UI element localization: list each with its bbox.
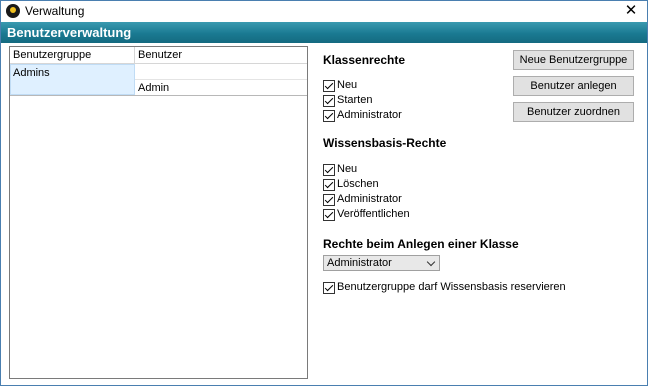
title-bar: Verwaltung ✕ xyxy=(1,1,647,22)
neue-benutzergruppe-button[interactable]: Neue Benutzergruppe xyxy=(513,50,634,70)
section-klassenrechte: Klassenrechte xyxy=(323,53,406,67)
checkbox-check-icon[interactable] xyxy=(323,80,335,92)
app-icon xyxy=(6,4,20,18)
window: Verwaltung ✕ Benutzerverwaltung Benutzer… xyxy=(0,0,648,386)
checkbox-check-icon[interactable] xyxy=(323,209,335,221)
checkbox-check-icon[interactable] xyxy=(323,194,335,206)
user-group-tree[interactable]: Benutzergruppe Benutzer Admins Admin xyxy=(9,46,308,379)
checkbox-check-icon[interactable] xyxy=(323,282,335,294)
benutzer-zuordnen-button[interactable]: Benutzer zuordnen xyxy=(513,102,634,122)
select-value: Administrator xyxy=(327,257,392,269)
tree-header: Benutzergruppe Benutzer xyxy=(10,47,307,64)
group-name: Admins xyxy=(13,67,50,79)
benutzer-anlegen-button[interactable]: Benutzer anlegen xyxy=(513,76,634,96)
window-title: Verwaltung xyxy=(25,4,85,18)
header-band: Benutzerverwaltung xyxy=(1,22,647,43)
checkbox-check-icon[interactable] xyxy=(323,179,335,191)
rechte-anlegen-select[interactable]: Administrator xyxy=(323,255,440,271)
row-divider xyxy=(10,95,307,96)
checkbox-check-icon[interactable] xyxy=(323,110,335,122)
checkbox-check-icon[interactable] xyxy=(323,164,335,176)
column-header-benutzer[interactable]: Benutzer xyxy=(138,49,182,61)
chevron-down-icon xyxy=(426,257,436,267)
column-divider[interactable] xyxy=(134,47,135,63)
tree-row-user-admin[interactable]: Admin xyxy=(138,82,169,94)
tree-row-group-admins[interactable]: Admins xyxy=(10,64,135,95)
section-wissensbasis-rechte: Wissensbasis-Rechte xyxy=(323,136,447,150)
close-button[interactable]: ✕ xyxy=(615,1,647,22)
column-header-benutzergruppe[interactable]: Benutzergruppe xyxy=(13,49,91,61)
row-divider xyxy=(135,79,307,80)
checkbox-check-icon[interactable] xyxy=(323,95,335,107)
section-rechte-anlegen: Rechte beim Anlegen einer Klasse xyxy=(323,237,519,251)
page-title: Benutzerverwaltung xyxy=(7,25,132,40)
